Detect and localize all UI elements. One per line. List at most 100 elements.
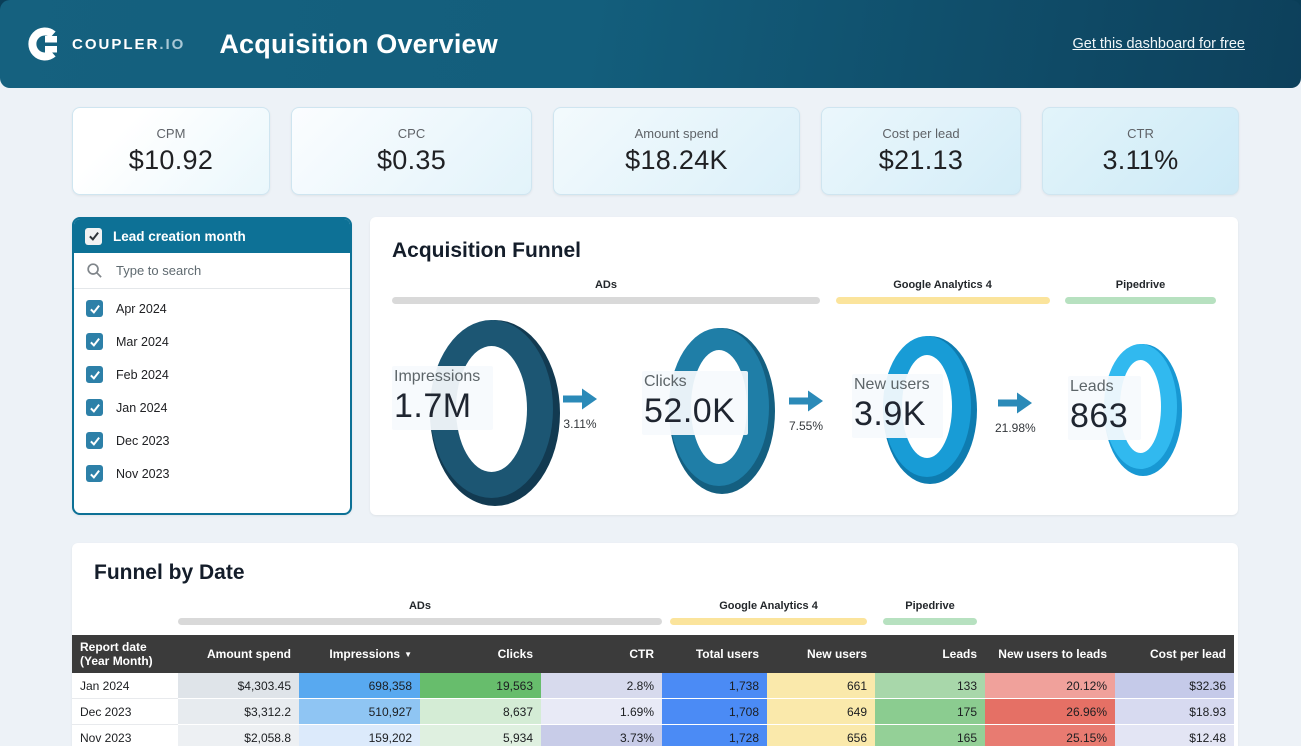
source-bar (178, 618, 662, 625)
conversion-rate: 3.11% (563, 417, 596, 431)
select-all-checkbox[interactable] (85, 228, 102, 245)
cell-leads: 133 (875, 673, 985, 699)
checkbox[interactable] (86, 465, 103, 482)
search-input[interactable] (114, 262, 308, 279)
col-ctr[interactable]: CTR (541, 635, 662, 673)
cell-ctr: 2.8% (541, 673, 662, 699)
source-ads: ADs (178, 600, 662, 625)
table-row-jan-2024: Jan 2024 $4,303.45 698,358 19,563 2.8% 1… (72, 673, 1234, 699)
header-bar: COUPLER.IO Acquisition Overview Get this… (0, 0, 1301, 88)
source-label: Pipedrive (1065, 279, 1216, 291)
stage-value: 3.9K (854, 395, 930, 434)
source-bar (883, 618, 977, 625)
filter-option-jan-2024[interactable]: Jan 2024 (74, 391, 350, 424)
cell-ctr: 3.73% (541, 725, 662, 746)
transition-new-users-to-leads: 21.98% (995, 392, 1036, 435)
kpi-label: Cost per lead (882, 126, 959, 141)
check-icon (89, 369, 101, 381)
cell-amount-spend: $2,058.8 (178, 725, 299, 746)
funnel-by-date-card: Funnel by Date ADs Google Analytics 4 Pi… (72, 543, 1238, 746)
checkbox[interactable] (86, 432, 103, 449)
filter-option-dec-2023[interactable]: Dec 2023 (74, 424, 350, 457)
kpi-card-ctr: CTR 3.11% (1042, 107, 1239, 195)
table-row-dec-2023: Dec 2023 $3,312.2 510,927 8,637 1.69% 1,… (72, 699, 1234, 725)
col-report-date[interactable]: Report date (Year Month) (72, 635, 178, 673)
get-dashboard-link[interactable]: Get this dashboard for free (1073, 36, 1246, 52)
cell-new-users-to-leads: 25.15% (985, 725, 1115, 746)
source-google-analytics: Google Analytics 4 (662, 600, 875, 625)
arrow-right-icon (563, 388, 597, 410)
cell-impressions: 159,202 (299, 725, 420, 746)
kpi-label: CPC (398, 126, 425, 141)
checkbox[interactable] (86, 300, 103, 317)
conversion-rate: 21.98% (995, 421, 1036, 435)
cell-report-date: Dec 2023 (72, 699, 178, 725)
checkbox[interactable] (86, 333, 103, 350)
cell-amount-spend: $4,303.45 (178, 673, 299, 699)
transition-impressions-to-clicks: 3.11% (563, 388, 597, 431)
source-pipedrive: Pipedrive (1065, 279, 1216, 304)
option-label: Dec 2023 (116, 434, 170, 448)
sort-desc-icon: ▼ (404, 650, 412, 659)
option-label: Mar 2024 (116, 335, 169, 349)
table-row-nov-2023: Nov 2023 $2,058.8 159,202 5,934 3.73% 1,… (72, 725, 1234, 746)
conversion-rate: 7.55% (789, 419, 823, 433)
check-icon (89, 303, 101, 315)
table-title: Funnel by Date (94, 561, 1238, 585)
filter-title: Lead creation month (113, 229, 246, 244)
kpi-row: CPM $10.92 CPC $0.35 Amount spend $18.24… (72, 107, 1239, 195)
kpi-value: $10.92 (129, 145, 213, 176)
cell-total-users: 1,728 (662, 725, 767, 746)
filter-option-feb-2024[interactable]: Feb 2024 (74, 358, 350, 391)
cell-new-users-to-leads: 26.96% (985, 699, 1115, 725)
filter-options: Apr 2024 Mar 2024 Feb 2024 Jan 2024 Dec … (74, 289, 350, 490)
dashboard: COUPLER.IO Acquisition Overview Get this… (0, 0, 1301, 746)
cell-report-date: Nov 2023 (72, 725, 178, 746)
col-new-users-to-leads[interactable]: New users to leads (985, 635, 1115, 673)
acquisition-funnel-card: Acquisition Funnel ADs Google Analytics … (370, 217, 1238, 515)
kpi-value: $21.13 (879, 145, 963, 176)
check-icon (89, 435, 101, 447)
cell-clicks: 8,637 (420, 699, 541, 725)
cell-cost-per-lead: $12.48 (1115, 725, 1234, 746)
cell-clicks: 5,934 (420, 725, 541, 746)
cell-new-users: 649 (767, 699, 875, 725)
check-icon (89, 336, 101, 348)
funnel-title: Acquisition Funnel (392, 239, 1216, 263)
arrow-right-icon (998, 392, 1032, 414)
stage-impressions: Impressions 1.7M (392, 366, 493, 430)
col-leads[interactable]: Leads (875, 635, 985, 673)
stage-label: Impressions (394, 368, 480, 386)
source-bar (670, 618, 867, 625)
source-label: ADs (178, 600, 662, 612)
checkbox[interactable] (86, 399, 103, 416)
funnel-chart: Impressions 1.7M Clicks 52.0K New users … (392, 308, 1216, 522)
filter-option-apr-2024[interactable]: Apr 2024 (74, 292, 350, 325)
col-new-users[interactable]: New users (767, 635, 875, 673)
cell-amount-spend: $3,312.2 (178, 699, 299, 725)
source-pipedrive: Pipedrive (875, 600, 985, 625)
cell-cost-per-lead: $32.36 (1115, 673, 1234, 699)
filter-option-mar-2024[interactable]: Mar 2024 (74, 325, 350, 358)
filter-header[interactable]: Lead creation month (74, 219, 350, 253)
cell-report-date: Jan 2024 (72, 673, 178, 699)
col-amount-spend[interactable]: Amount spend (178, 635, 299, 673)
stage-new-users: New users 3.9K (852, 374, 943, 438)
filter-option-nov-2023[interactable]: Nov 2023 (74, 457, 350, 490)
kpi-card-amount-spend: Amount spend $18.24K (553, 107, 800, 195)
kpi-card-cpc: CPC $0.35 (291, 107, 532, 195)
cell-leads: 165 (875, 725, 985, 746)
col-impressions[interactable]: Impressions▼ (299, 635, 420, 673)
source-label: ADs (392, 279, 820, 291)
arrow-right-icon (789, 390, 823, 412)
col-cost-per-lead[interactable]: Cost per lead (1115, 635, 1234, 673)
option-label: Apr 2024 (116, 302, 167, 316)
checkbox[interactable] (86, 366, 103, 383)
coupler-logo-icon (26, 26, 62, 62)
stage-value: 1.7M (394, 387, 480, 426)
cell-leads: 175 (875, 699, 985, 725)
cell-impressions: 510,927 (299, 699, 420, 725)
source-label: Google Analytics 4 (662, 600, 875, 612)
col-total-users[interactable]: Total users (662, 635, 767, 673)
col-clicks[interactable]: Clicks (420, 635, 541, 673)
